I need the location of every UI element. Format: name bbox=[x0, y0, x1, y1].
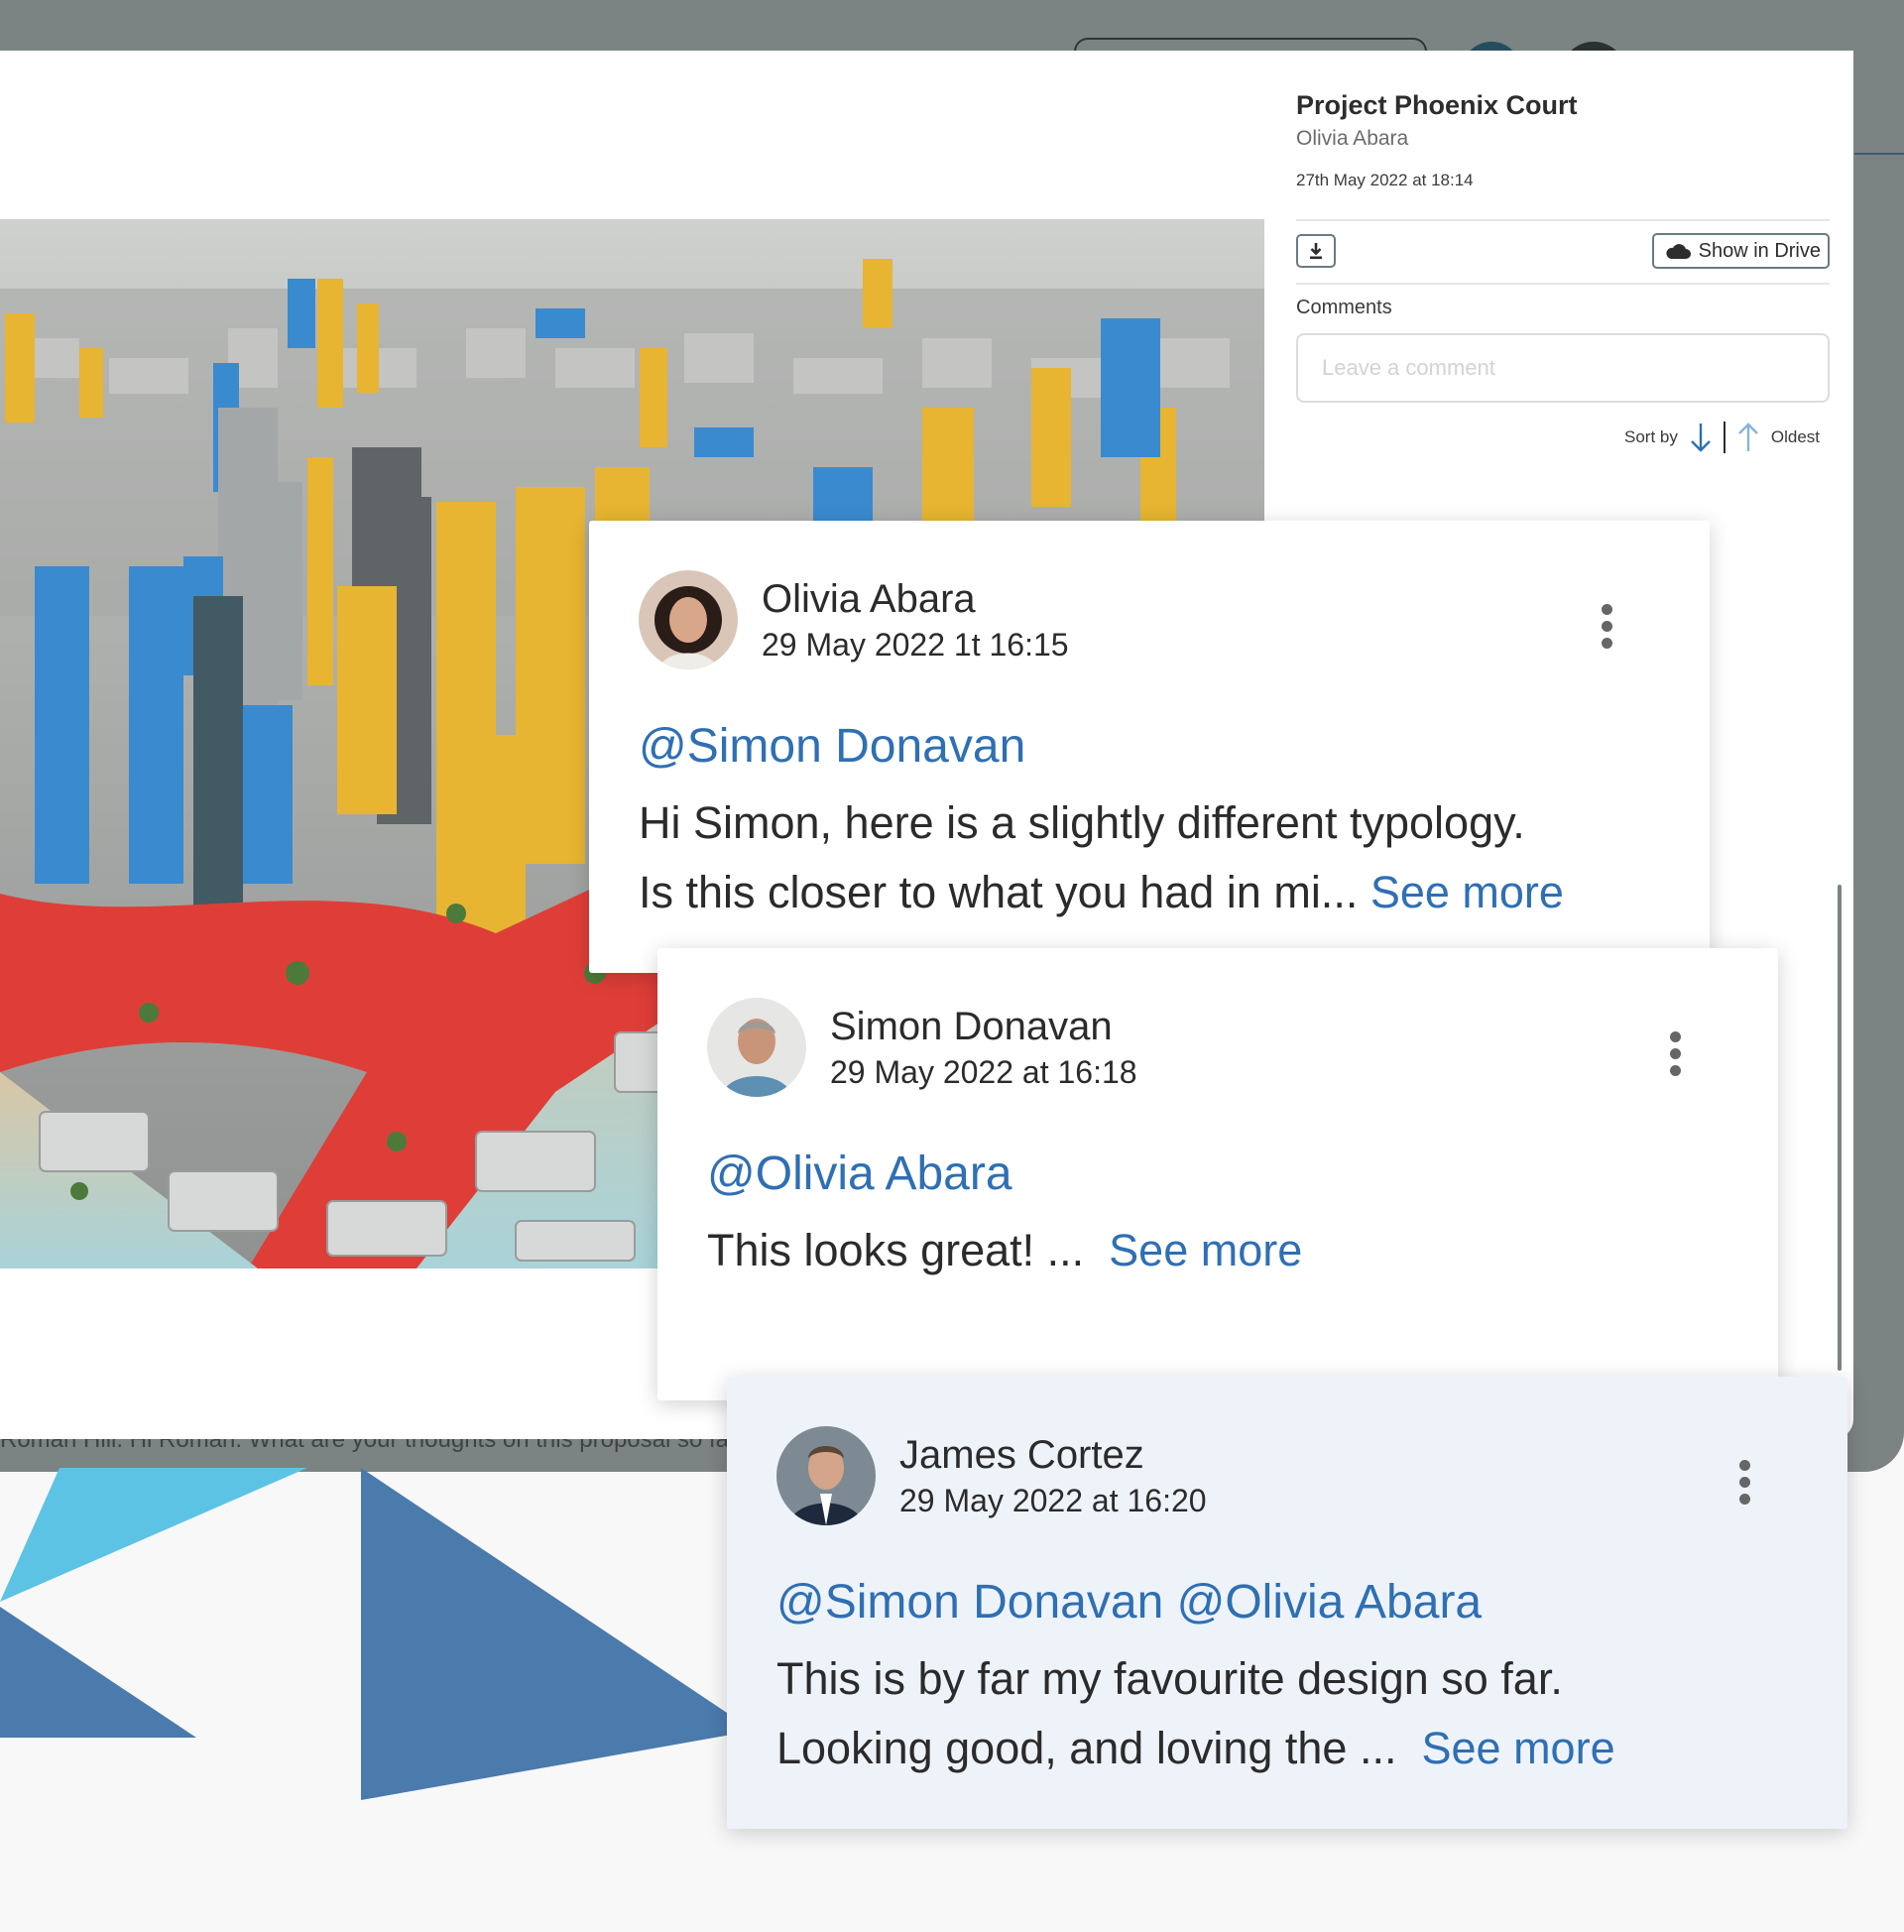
scrollbar[interactable] bbox=[1838, 885, 1842, 1371]
divider bbox=[1296, 283, 1830, 285]
comment-date: 29 May 2022 at 16:18 bbox=[830, 1054, 1137, 1090]
avatar[interactable] bbox=[707, 998, 806, 1097]
project-date: 27th May 2022 at 18:14 bbox=[1296, 171, 1474, 189]
avatar-illustration bbox=[639, 570, 738, 669]
download-button[interactable] bbox=[1296, 234, 1336, 268]
more-options-icon[interactable] bbox=[1670, 1031, 1681, 1076]
file-toolbar: Show in Drive bbox=[1296, 221, 1830, 283]
sort-separator bbox=[1723, 422, 1726, 453]
project-title: Project Phoenix Court bbox=[1296, 90, 1578, 120]
see-more-link[interactable]: See more bbox=[1109, 1225, 1302, 1275]
comment-mention[interactable]: @Simon Donavan @Olivia Abara bbox=[776, 1575, 1482, 1630]
comment-date: 29 May 2022 at 16:20 bbox=[899, 1483, 1207, 1518]
arrow-down-icon[interactable] bbox=[1688, 421, 1714, 454]
comment-date: 29 May 2022 1t 16:15 bbox=[762, 627, 1069, 663]
comment-text: This is by far my favourite design so fa… bbox=[776, 1653, 1563, 1704]
comment-header: Simon Donavan 29 May 2022 at 16:18 bbox=[707, 998, 1137, 1097]
comment-author: James Cortez bbox=[899, 1433, 1144, 1477]
comment-mention[interactable]: @Simon Donavan bbox=[639, 719, 1025, 774]
comment-author: Simon Donavan bbox=[830, 1005, 1113, 1048]
avatar-illustration bbox=[776, 1426, 876, 1525]
comment-card-highlighted: James Cortez 29 May 2022 at 16:20 @Simon… bbox=[727, 1377, 1847, 1829]
comment-text: Hi Simon, here is a slightly different t… bbox=[639, 797, 1525, 848]
comment-text: Is this closer to what you had in mi... bbox=[639, 867, 1359, 917]
avatar-illustration bbox=[707, 998, 806, 1097]
arrow-up-icon[interactable] bbox=[1735, 421, 1761, 454]
comments-label: Comments bbox=[1296, 297, 1392, 318]
download-icon bbox=[1310, 243, 1322, 260]
sort-value[interactable]: Oldest bbox=[1771, 427, 1820, 447]
more-options-icon[interactable] bbox=[1739, 1460, 1750, 1505]
decorative-triangles bbox=[0, 1468, 754, 1800]
avatar[interactable] bbox=[776, 1426, 876, 1525]
show-in-drive-label: Show in Drive bbox=[1698, 239, 1821, 262]
cloud-icon bbox=[1666, 243, 1691, 259]
more-options-icon[interactable] bbox=[1602, 604, 1612, 649]
comment-card: Olivia Abara 29 May 2022 1t 16:15 @Simon… bbox=[589, 521, 1710, 973]
comment-header: James Cortez 29 May 2022 at 16:20 bbox=[776, 1426, 1207, 1525]
sort-control: Sort by Oldest bbox=[1296, 421, 1830, 454]
avatar[interactable] bbox=[639, 570, 738, 669]
comment-card: Simon Donavan 29 May 2022 at 16:18 @Oliv… bbox=[657, 948, 1778, 1400]
comment-text: Looking good, and loving the ... bbox=[776, 1723, 1397, 1773]
comment-body: Hi Simon, here is a slightly different t… bbox=[639, 788, 1564, 927]
see-more-link[interactable]: See more bbox=[1370, 867, 1564, 917]
show-in-drive-button[interactable]: Show in Drive bbox=[1651, 233, 1830, 269]
sort-label: Sort by bbox=[1624, 427, 1678, 446]
comment-input[interactable] bbox=[1296, 333, 1830, 403]
project-author: Olivia Abara bbox=[1296, 127, 1409, 150]
comment-body: This is by far my favourite design so fa… bbox=[776, 1644, 1615, 1783]
comment-author: Olivia Abara bbox=[762, 577, 976, 621]
comment-body: This looks great! ... See more bbox=[707, 1216, 1302, 1285]
details-sidebar: Project Phoenix Court Olivia Abara 27th … bbox=[1296, 90, 1830, 454]
comment-header: Olivia Abara 29 May 2022 1t 16:15 bbox=[639, 570, 1069, 669]
comment-mention[interactable]: @Olivia Abara bbox=[707, 1147, 1012, 1201]
see-more-link[interactable]: See more bbox=[1422, 1723, 1615, 1773]
background-divider bbox=[1854, 153, 1904, 155]
comment-text: This looks great! ... bbox=[707, 1225, 1085, 1275]
